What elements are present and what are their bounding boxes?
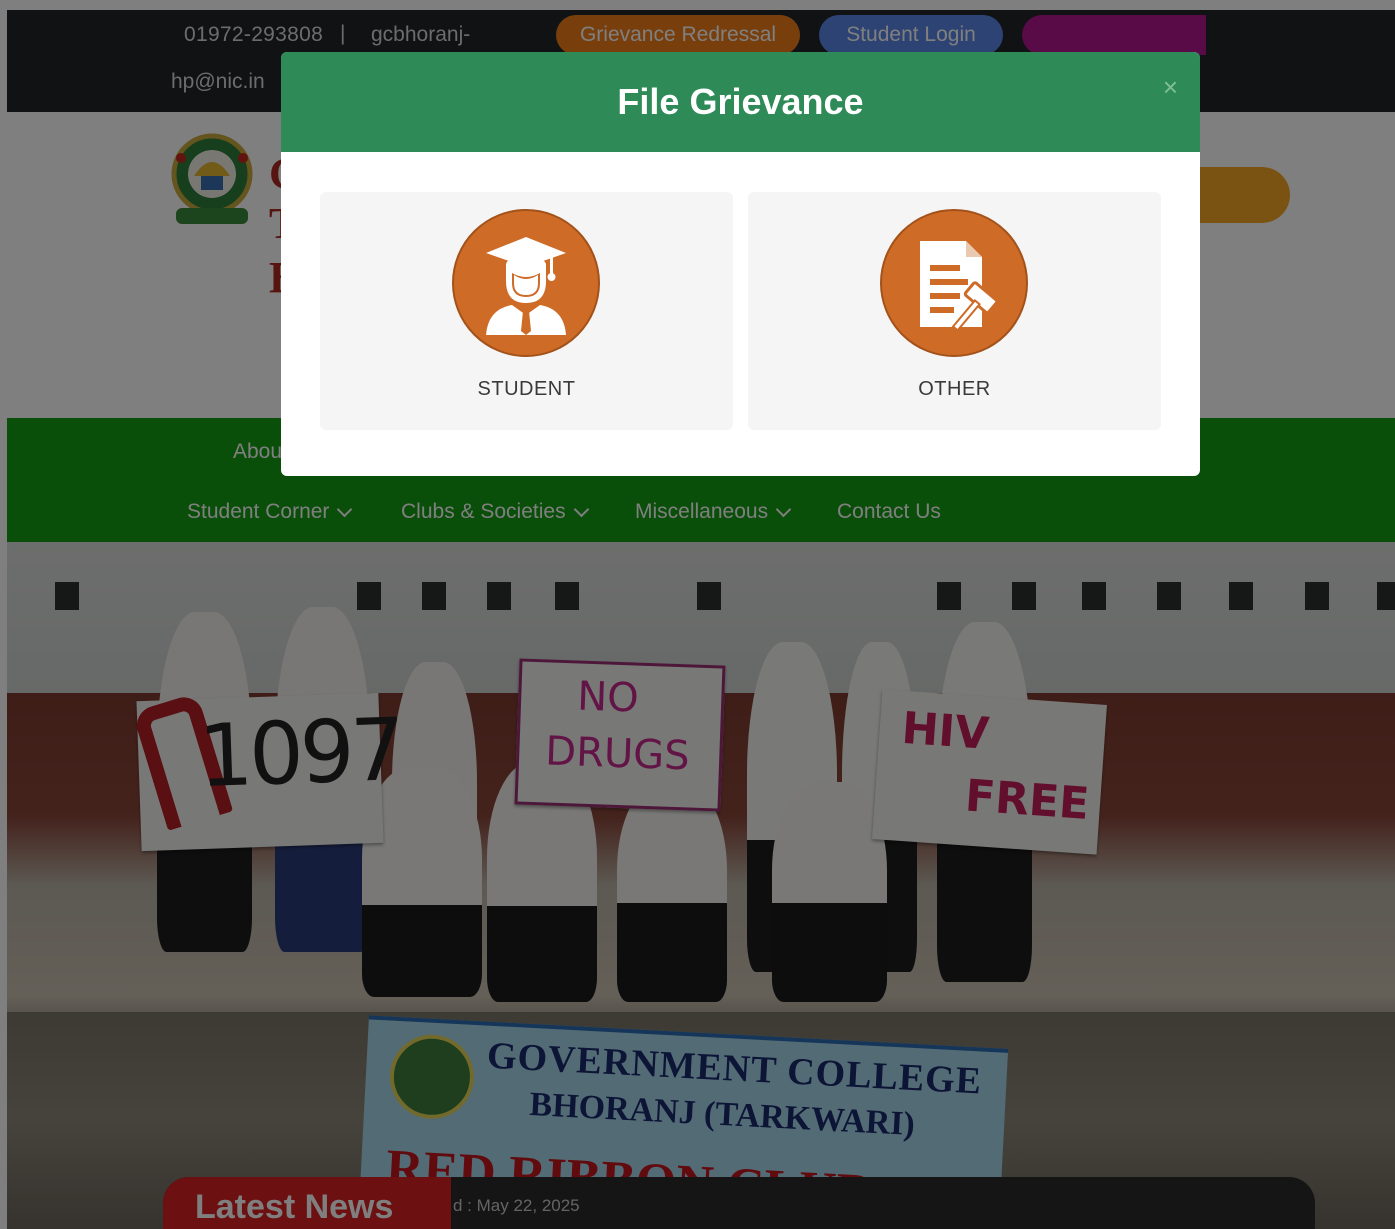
close-icon[interactable]: ×: [1163, 74, 1178, 100]
modal-title: File Grievance: [617, 81, 864, 122]
document-gavel-icon: [880, 209, 1028, 357]
graduate-icon: [452, 209, 600, 357]
option-label: STUDENT: [477, 378, 576, 400]
file-grievance-modal: File Grievance × STUDENT OTHER: [281, 52, 1200, 476]
grievance-option-student[interactable]: STUDENT: [320, 192, 733, 430]
option-label: OTHER: [918, 378, 991, 400]
grievance-option-other[interactable]: OTHER: [748, 192, 1161, 430]
modal-header: File Grievance ×: [281, 52, 1200, 152]
